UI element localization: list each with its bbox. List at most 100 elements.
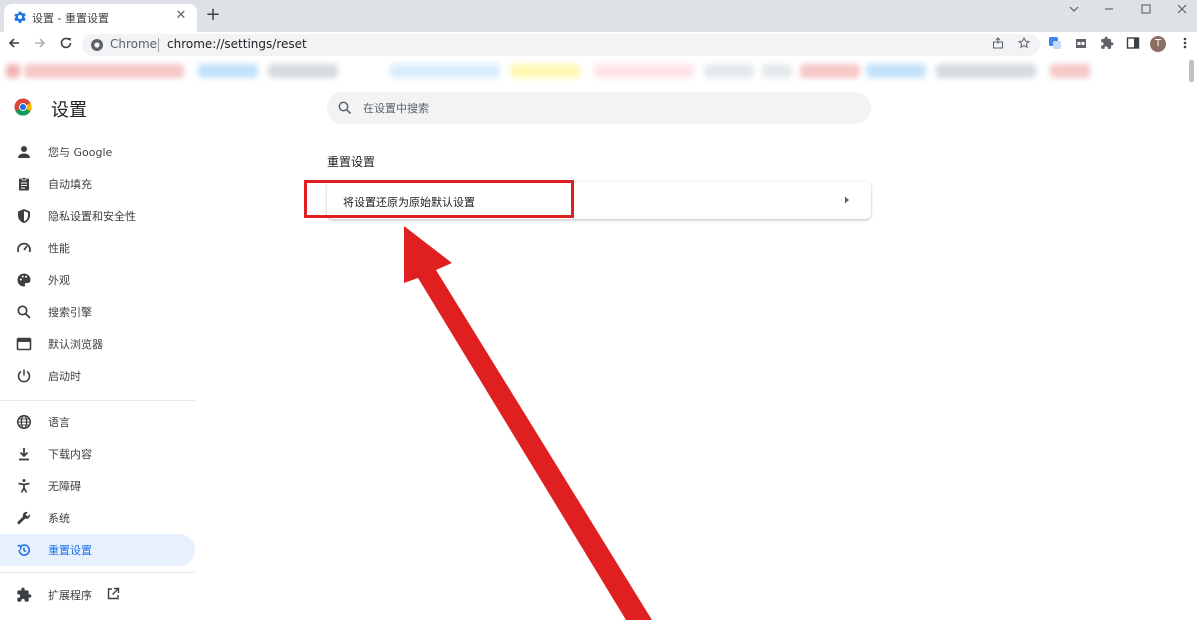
blurred-bookmark[interactable]: [198, 64, 258, 78]
scrollbar-thumb[interactable]: [1189, 60, 1194, 82]
sidebar-item-label: 搜索引擎: [48, 306, 92, 319]
back-arrow-icon: [8, 38, 19, 48]
side-panel-icon[interactable]: [1124, 36, 1142, 54]
download-icon: [19, 448, 29, 461]
sidebar-item-label: 默认浏览器: [48, 338, 103, 351]
omnibox-divider: [158, 38, 159, 52]
tab-settings[interactable]: 设置 - 重置设置 ✕: [4, 4, 197, 32]
tab-title: 设置 - 重置设置: [32, 12, 109, 25]
tab-search-icon[interactable]: [1066, 3, 1082, 19]
bookmark-star-icon[interactable]: [1016, 36, 1032, 53]
sidebar-item-label: 启动时: [48, 370, 81, 383]
store-extension-icon[interactable]: [1072, 36, 1090, 54]
sidebar-item-label: 无障碍: [48, 480, 81, 493]
power-icon: [17, 369, 31, 383]
sidebar-item-label: 性能: [48, 242, 70, 255]
settings-search-input[interactable]: 在设置中搜索: [327, 92, 871, 124]
sidebar-item-label: 自动填充: [48, 178, 92, 191]
blurred-bookmark[interactable]: [24, 64, 184, 78]
restore-icon: [17, 544, 30, 556]
sidebar-item-extensions[interactable]: 扩展程序: [0, 579, 195, 611]
toolbar: Chrome chrome://settings/reset: [0, 32, 1197, 58]
extensions-puzzle-icon[interactable]: [1098, 36, 1116, 54]
sidebar-item-you-and-google[interactable]: 您与 Google: [0, 136, 195, 168]
sidebar-item-label: 扩展程序: [48, 589, 92, 602]
sidebar-divider: [0, 572, 195, 573]
sidebar-item-performance[interactable]: 性能: [0, 232, 195, 264]
browser-window-icon: [16, 337, 32, 351]
globe-icon: [16, 414, 32, 430]
profile-avatar[interactable]: T: [1150, 36, 1166, 52]
page-title: 设置: [51, 100, 87, 121]
sidebar-item-label: 外观: [48, 274, 70, 287]
translate-extension-icon[interactable]: [1046, 36, 1064, 54]
share-icon[interactable]: [990, 37, 1006, 53]
sidebar-item-downloads[interactable]: 下载内容: [0, 438, 195, 470]
maximize-icon[interactable]: [1138, 3, 1154, 19]
reload-icon: [60, 37, 72, 49]
reload-button[interactable]: [56, 35, 76, 55]
close-window-icon[interactable]: [1174, 3, 1190, 19]
shield-icon: [18, 209, 30, 223]
section-title: 重置设置: [327, 155, 376, 169]
chrome-logo-icon: [14, 98, 32, 116]
minimize-icon[interactable]: [1101, 3, 1117, 19]
new-tab-button[interactable]: +: [203, 5, 223, 25]
site-chip: Chrome: [110, 37, 158, 51]
sidebar-item-appearance[interactable]: 外观: [0, 264, 195, 296]
sidebar-item-search-engine[interactable]: 搜索引擎: [0, 296, 195, 328]
browser-window: 设置 - 重置设置 ✕ + Chrome chrome://settings/r…: [0, 0, 1197, 620]
sidebar-item-label: 系统: [48, 512, 70, 525]
blurred-bookmark[interactable]: [800, 64, 860, 78]
sidebar-item-label: 隐私设置和安全性: [48, 210, 136, 223]
blurred-bookmark[interactable]: [268, 64, 338, 78]
more-menu-icon[interactable]: [1176, 36, 1194, 54]
blurred-bookmark[interactable]: [510, 64, 580, 78]
person-icon: [18, 146, 30, 158]
sidebar-item-autofill[interactable]: 自动填充: [0, 168, 195, 200]
close-tab-icon[interactable]: ✕: [173, 8, 189, 24]
blurred-bookmark[interactable]: [594, 64, 694, 78]
blurred-bookmark[interactable]: [866, 64, 926, 78]
sidebar-item-label: 重置设置: [48, 544, 92, 557]
gear-icon: [14, 11, 26, 23]
sidebar-item-label: 下载内容: [48, 448, 92, 461]
wrench-icon: [17, 511, 30, 525]
search-icon: [17, 305, 31, 319]
tab-strip: 设置 - 重置设置 ✕ +: [0, 0, 1197, 32]
blurred-bookmark-icon[interactable]: [6, 64, 20, 78]
annotation-highlight-box: [304, 180, 574, 218]
sidebar-item-default-browser[interactable]: 默认浏览器: [0, 328, 195, 360]
blurred-bookmark[interactable]: [704, 64, 754, 78]
url-text[interactable]: chrome://settings/reset: [167, 37, 307, 51]
bookmarks-bar: [0, 58, 1197, 84]
puzzle-icon: [17, 587, 32, 602]
forward-button[interactable]: [30, 35, 50, 55]
external-link-icon: [107, 587, 120, 600]
sidebar-item-languages[interactable]: 语言: [0, 406, 195, 438]
search-icon: [338, 101, 352, 115]
chrome-page-icon: [91, 39, 103, 51]
sidebar-item-privacy[interactable]: 隐私设置和安全性: [0, 200, 195, 232]
clipboard-icon: [19, 177, 29, 191]
sidebar-item-label: 语言: [48, 416, 70, 429]
blurred-bookmark[interactable]: [390, 64, 500, 78]
back-button[interactable]: [4, 35, 24, 55]
search-placeholder: 在设置中搜索: [363, 102, 429, 115]
palette-icon: [17, 273, 31, 287]
sidebar-item-on-startup[interactable]: 启动时: [0, 360, 195, 392]
address-bar[interactable]: Chrome chrome://settings/reset: [82, 34, 1040, 56]
sidebar-item-reset-settings[interactable]: 重置设置: [0, 534, 195, 566]
blurred-bookmark[interactable]: [1050, 64, 1090, 78]
sidebar-item-accessibility[interactable]: 无障碍: [0, 470, 195, 502]
speedometer-icon: [17, 242, 31, 253]
settings-page: 设置 在设置中搜索 您与 Google 自动填充 隐私设置和安全性 性能 外观 …: [0, 84, 1197, 620]
sidebar-item-system[interactable]: 系统: [0, 502, 195, 534]
blurred-bookmark[interactable]: [936, 64, 1036, 78]
accessibility-icon: [18, 479, 30, 493]
blurred-bookmark[interactable]: [762, 64, 792, 78]
sidebar-divider: [0, 400, 195, 401]
arrow-right-icon: [845, 196, 849, 204]
sidebar-item-label: 您与 Google: [48, 146, 113, 159]
forward-arrow-icon: [35, 38, 46, 48]
